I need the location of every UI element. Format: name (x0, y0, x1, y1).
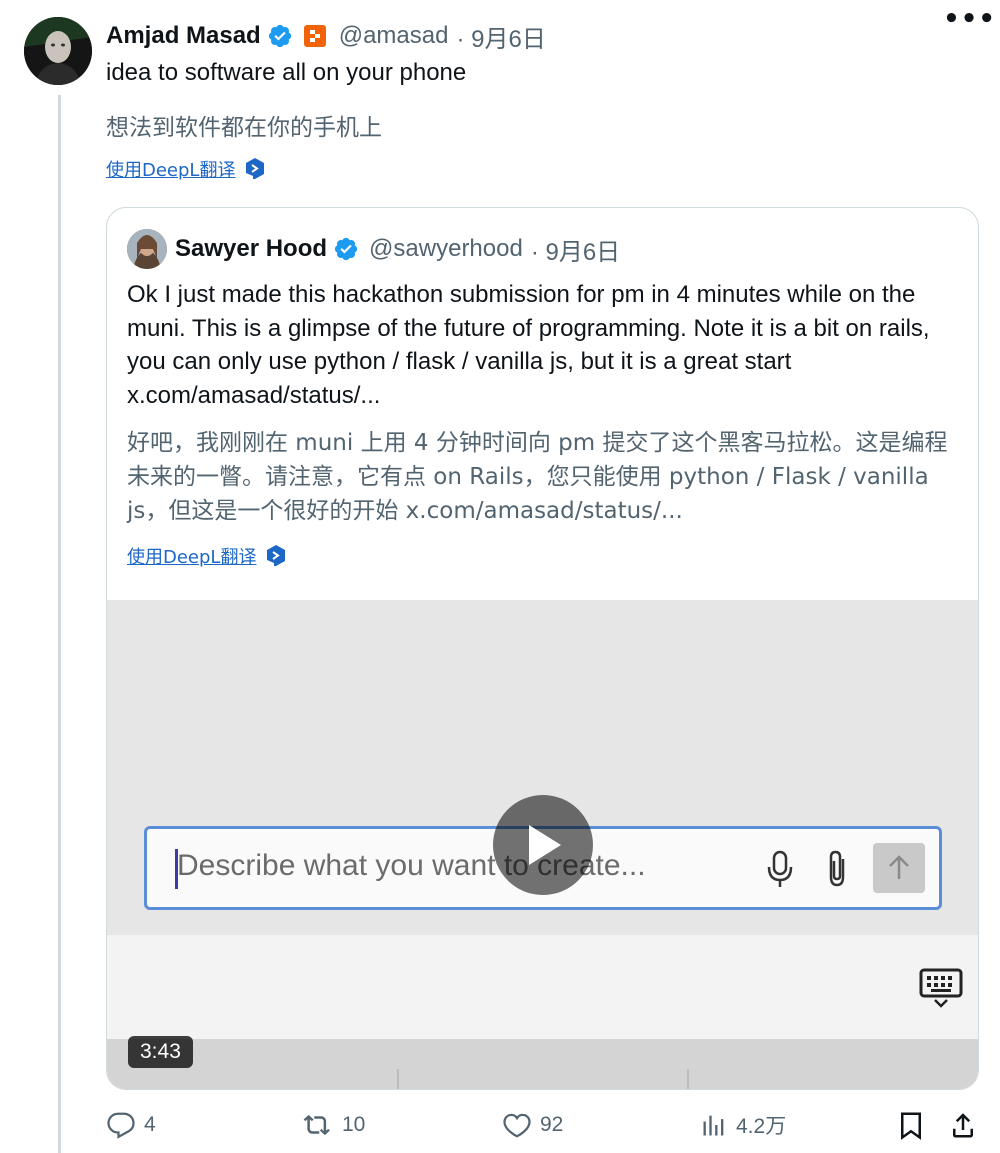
quoted-translation: 好吧，我刚刚在 muni 上用 4 分钟时间向 pm 提交了这个黑客马拉松。这是… (127, 430, 948, 524)
quoted-header: Sawyer Hood @sawyerhood · 9月6日 (127, 229, 620, 269)
deepl-icon (267, 545, 286, 566)
quoted-date[interactable]: · 9月6日 (531, 232, 620, 267)
thread-line (58, 95, 61, 1153)
repost-icon (303, 1114, 330, 1136)
quoted-author-name[interactable]: Sawyer Hood (175, 235, 327, 263)
analytics-icon (703, 1115, 724, 1136)
tweet-text: idea to software all on your phone (106, 59, 467, 86)
reply-icon (107, 1112, 135, 1139)
author-handle[interactable]: @amasad (339, 22, 449, 50)
play-icon (529, 825, 561, 865)
repost-count: 10 (342, 1113, 366, 1136)
quoted-tweet[interactable]: Sawyer Hood @sawyerhood · 9月6日 Ok I just… (106, 207, 979, 1090)
quoted-author-handle[interactable]: @sawyerhood (369, 235, 523, 263)
replit-badge-icon[interactable] (303, 24, 327, 48)
bookmark-icon (901, 1112, 921, 1140)
author-avatar[interactable] (24, 17, 92, 85)
translate-link-label[interactable]: 使用DeepL翻译 (106, 156, 235, 182)
arrow-up-icon (889, 855, 909, 879)
tweet-header: Amjad Masad @amasad · 9月6日 (106, 18, 980, 54)
video-duration: 3:43 (128, 1036, 193, 1068)
video-player[interactable]: Describe what you want to create... 3:43 (107, 600, 978, 1089)
reply-count: 4 (144, 1113, 156, 1136)
views-button[interactable]: 4.2万 (700, 1110, 786, 1140)
views-count: 4.2万 (736, 1115, 787, 1138)
like-count: 92 (540, 1113, 564, 1136)
like-button[interactable]: 92 (502, 1110, 563, 1140)
quoted-translate-link-label[interactable]: 使用DeepL翻译 (127, 543, 256, 569)
quoted-translate-link[interactable]: 使用DeepL翻译 (127, 543, 288, 569)
share-icon (953, 1113, 973, 1138)
play-button[interactable] (493, 795, 593, 895)
author-name[interactable]: Amjad Masad (106, 22, 261, 50)
translate-link[interactable]: 使用DeepL翻译 (106, 156, 267, 182)
video-send-button (873, 843, 925, 893)
video-keyboard-keys (107, 1039, 978, 1089)
video-keyboard-area (107, 935, 978, 1039)
verified-badge-icon[interactable] (333, 236, 359, 262)
share-button[interactable] (948, 1110, 986, 1140)
tweet-actions: 4 10 92 4.2万 (106, 1110, 986, 1146)
key-separator (397, 1069, 399, 1089)
deepl-icon (246, 158, 265, 179)
tweet-date[interactable]: · 9月6日 (456, 19, 545, 54)
microphone-icon (767, 850, 793, 887)
tweet-translation: 想法到软件都在你的手机上 (106, 115, 382, 141)
quoted-text: Ok I just made this hackathon submission… (127, 281, 930, 409)
repost-button[interactable]: 10 (302, 1110, 365, 1140)
keyboard-icon (919, 968, 963, 1008)
key-separator (687, 1069, 689, 1089)
more-options-icon[interactable]: ••• (943, 4, 996, 34)
quoted-avatar[interactable] (127, 229, 167, 269)
reply-button[interactable]: 4 (106, 1110, 156, 1140)
bookmark-button[interactable] (896, 1110, 934, 1140)
paperclip-icon (829, 850, 845, 887)
heart-icon (503, 1113, 531, 1138)
verified-badge-icon[interactable] (267, 23, 293, 49)
